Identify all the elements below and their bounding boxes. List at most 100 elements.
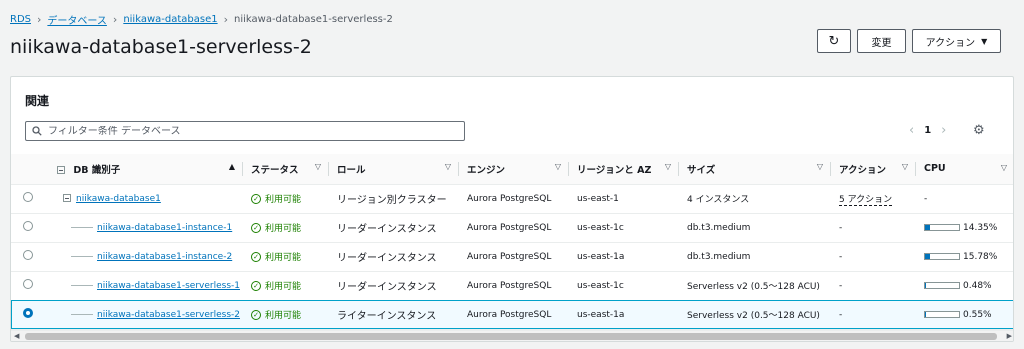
sort-icon: ▽ xyxy=(1000,163,1007,173)
caret-down-icon: ▼ xyxy=(981,36,988,46)
db-identifier-link[interactable]: niikawa-database1-serverless-1 xyxy=(97,281,240,291)
cpu-value: - xyxy=(924,193,928,204)
row-select-radio[interactable] xyxy=(23,221,33,231)
region-az-value: us-east-1 xyxy=(577,193,619,204)
check-circle-icon: ✓ xyxy=(251,193,261,204)
cpu-value: 0.55% xyxy=(963,309,992,320)
actions-button[interactable]: アクション ▼ xyxy=(912,29,1001,53)
breadcrumb: RDS › データベース › niikawa-database1 › niika… xyxy=(10,12,393,27)
breadcrumb-link-rds[interactable]: RDS xyxy=(10,14,31,25)
sort-icon: ▽ xyxy=(901,161,908,171)
row-select-radio[interactable] xyxy=(23,308,33,318)
size-value: db.t3.medium xyxy=(687,251,751,262)
refresh-button[interactable]: ↻ xyxy=(817,29,851,53)
status-badge: ✓ 利用可能 xyxy=(251,192,329,205)
engine-value: Aurora PostgreSQL xyxy=(467,193,552,204)
status-badge: ✓ 利用可能 xyxy=(251,279,329,292)
col-select xyxy=(11,154,49,185)
breadcrumb-link-cluster[interactable]: niikawa-database1 xyxy=(123,14,217,25)
breadcrumb-current: niikawa-database1-serverless-2 xyxy=(234,14,393,25)
pagination: ‹ 1 › xyxy=(909,123,946,138)
db-identifier-link[interactable]: niikawa-database1-instance-2 xyxy=(97,252,232,262)
actions-value: - xyxy=(839,280,843,291)
size-value: Serverless v2 (0.5～128 ACU) xyxy=(687,311,820,321)
actions-value: - xyxy=(839,251,843,262)
check-circle-icon: ✓ xyxy=(251,222,261,233)
check-circle-icon: ✓ xyxy=(251,309,261,320)
next-page-icon[interactable]: › xyxy=(941,123,946,138)
search-box[interactable] xyxy=(25,121,465,141)
check-circle-icon: ✓ xyxy=(251,280,261,291)
region-az-value: us-east-1c xyxy=(577,222,624,233)
col-cpu[interactable]: CPU ▽ xyxy=(916,154,1013,185)
cpu-value: 0.48% xyxy=(963,280,992,291)
tree-connector xyxy=(71,284,93,286)
related-table: DB 識別子 ▲ ステータス ▽ ロール ▽ エンジン ▽ リージョンと AZ … xyxy=(11,154,1013,330)
size-value: db.t3.medium xyxy=(687,222,751,233)
sort-icon: ▽ xyxy=(816,161,823,171)
scroll-right-icon[interactable]: ▶ xyxy=(1007,332,1012,340)
table-row[interactable]: niikawa-database1-instance-1 ✓ 利用可能 リーダーイ… xyxy=(11,213,1013,242)
role-value: リージョン別クラスター xyxy=(337,195,447,206)
scroll-left-icon[interactable]: ◀ xyxy=(14,332,19,340)
cpu-usage-bar xyxy=(924,310,960,318)
region-az-value: us-east-1a xyxy=(577,251,625,262)
sort-icon: ▽ xyxy=(664,161,671,171)
search-input[interactable] xyxy=(48,125,448,137)
status-badge: ✓ 利用可能 xyxy=(251,308,329,321)
table-row[interactable]: niikawa-database1 ✓ 利用可能 リージョン別クラスター Auro… xyxy=(11,184,1013,213)
actions-button-label: アクション xyxy=(925,37,976,49)
role-value: リーダーインスタンス xyxy=(337,282,437,293)
page-title: niikawa-database1-serverless-2 xyxy=(10,36,312,58)
collapse-all-icon[interactable] xyxy=(57,166,65,175)
role-value: リーダーインスタンス xyxy=(337,253,437,264)
horizontal-scrollbar[interactable]: ◀ ▶ xyxy=(11,330,1013,341)
sort-ascending-icon: ▲ xyxy=(228,161,235,171)
table-row[interactable]: niikawa-database1-instance-2 ✓ 利用可能 リーダーイ… xyxy=(11,242,1013,271)
size-value: Serverless v2 (0.5～128 ACU) xyxy=(687,282,820,292)
cpu-value: 15.78% xyxy=(963,251,998,262)
actions-count[interactable]: 5 アクション xyxy=(839,195,893,206)
role-value: リーダーインスタンス xyxy=(337,224,437,235)
breadcrumb-link-databases[interactable]: データベース xyxy=(47,12,107,27)
col-role[interactable]: ロール ▽ xyxy=(329,154,459,185)
db-identifier-link[interactable]: niikawa-database1 xyxy=(76,194,161,204)
engine-value: Aurora PostgreSQL xyxy=(467,280,552,291)
tree-connector xyxy=(71,255,93,257)
related-panel: 関連 ‹ 1 › ⚙ DB 識別子 ▲ ステータス ▽ xyxy=(10,76,1014,342)
col-actions[interactable]: アクション ▽ xyxy=(831,154,916,185)
db-identifier-link[interactable]: niikawa-database1-instance-1 xyxy=(97,223,232,233)
row-select-radio[interactable] xyxy=(23,250,33,260)
col-region-az[interactable]: リージョンと AZ ▽ xyxy=(569,154,679,185)
search-icon xyxy=(32,126,42,136)
region-az-value: us-east-1c xyxy=(577,280,624,291)
row-select-radio[interactable] xyxy=(23,279,33,289)
cpu-usage-bar xyxy=(924,252,960,260)
chevron-right-icon: › xyxy=(112,13,118,26)
size-value: 4 インスタンス xyxy=(687,195,750,205)
panel-title: 関連 xyxy=(25,94,50,108)
sort-icon: ▽ xyxy=(554,161,561,171)
engine-value: Aurora PostgreSQL xyxy=(467,309,552,320)
cpu-value: 14.35% xyxy=(963,222,998,233)
row-select-radio[interactable] xyxy=(23,192,33,202)
col-status[interactable]: ステータス ▽ xyxy=(243,154,329,185)
col-engine[interactable]: エンジン ▽ xyxy=(459,154,569,185)
tree-connector xyxy=(71,226,93,228)
cpu-usage-bar xyxy=(924,281,960,289)
scrollbar-thumb[interactable] xyxy=(25,333,997,340)
db-identifier-link[interactable]: niikawa-database1-serverless-2 xyxy=(97,310,240,320)
table-header-row: DB 識別子 ▲ ステータス ▽ ロール ▽ エンジン ▽ リージョンと AZ … xyxy=(11,154,1013,185)
table-row[interactable]: niikawa-database1-serverless-2 ✓ 利用可能 ライタ… xyxy=(11,300,1013,329)
col-db-identifier[interactable]: DB 識別子 ▲ xyxy=(49,154,243,185)
table-row[interactable]: niikawa-database1-serverless-1 ✓ 利用可能 リーダ… xyxy=(11,271,1013,300)
edit-button[interactable]: 変更 xyxy=(857,29,906,53)
prev-page-icon[interactable]: ‹ xyxy=(909,123,914,138)
col-size[interactable]: サイズ ▽ xyxy=(679,154,831,185)
collapse-icon[interactable] xyxy=(63,194,71,202)
gear-icon[interactable]: ⚙ xyxy=(973,123,985,138)
role-value: ライターインスタンス xyxy=(337,311,437,322)
sort-icon: ▽ xyxy=(444,161,451,171)
page-number[interactable]: 1 xyxy=(924,125,931,136)
tree-connector xyxy=(71,313,93,315)
